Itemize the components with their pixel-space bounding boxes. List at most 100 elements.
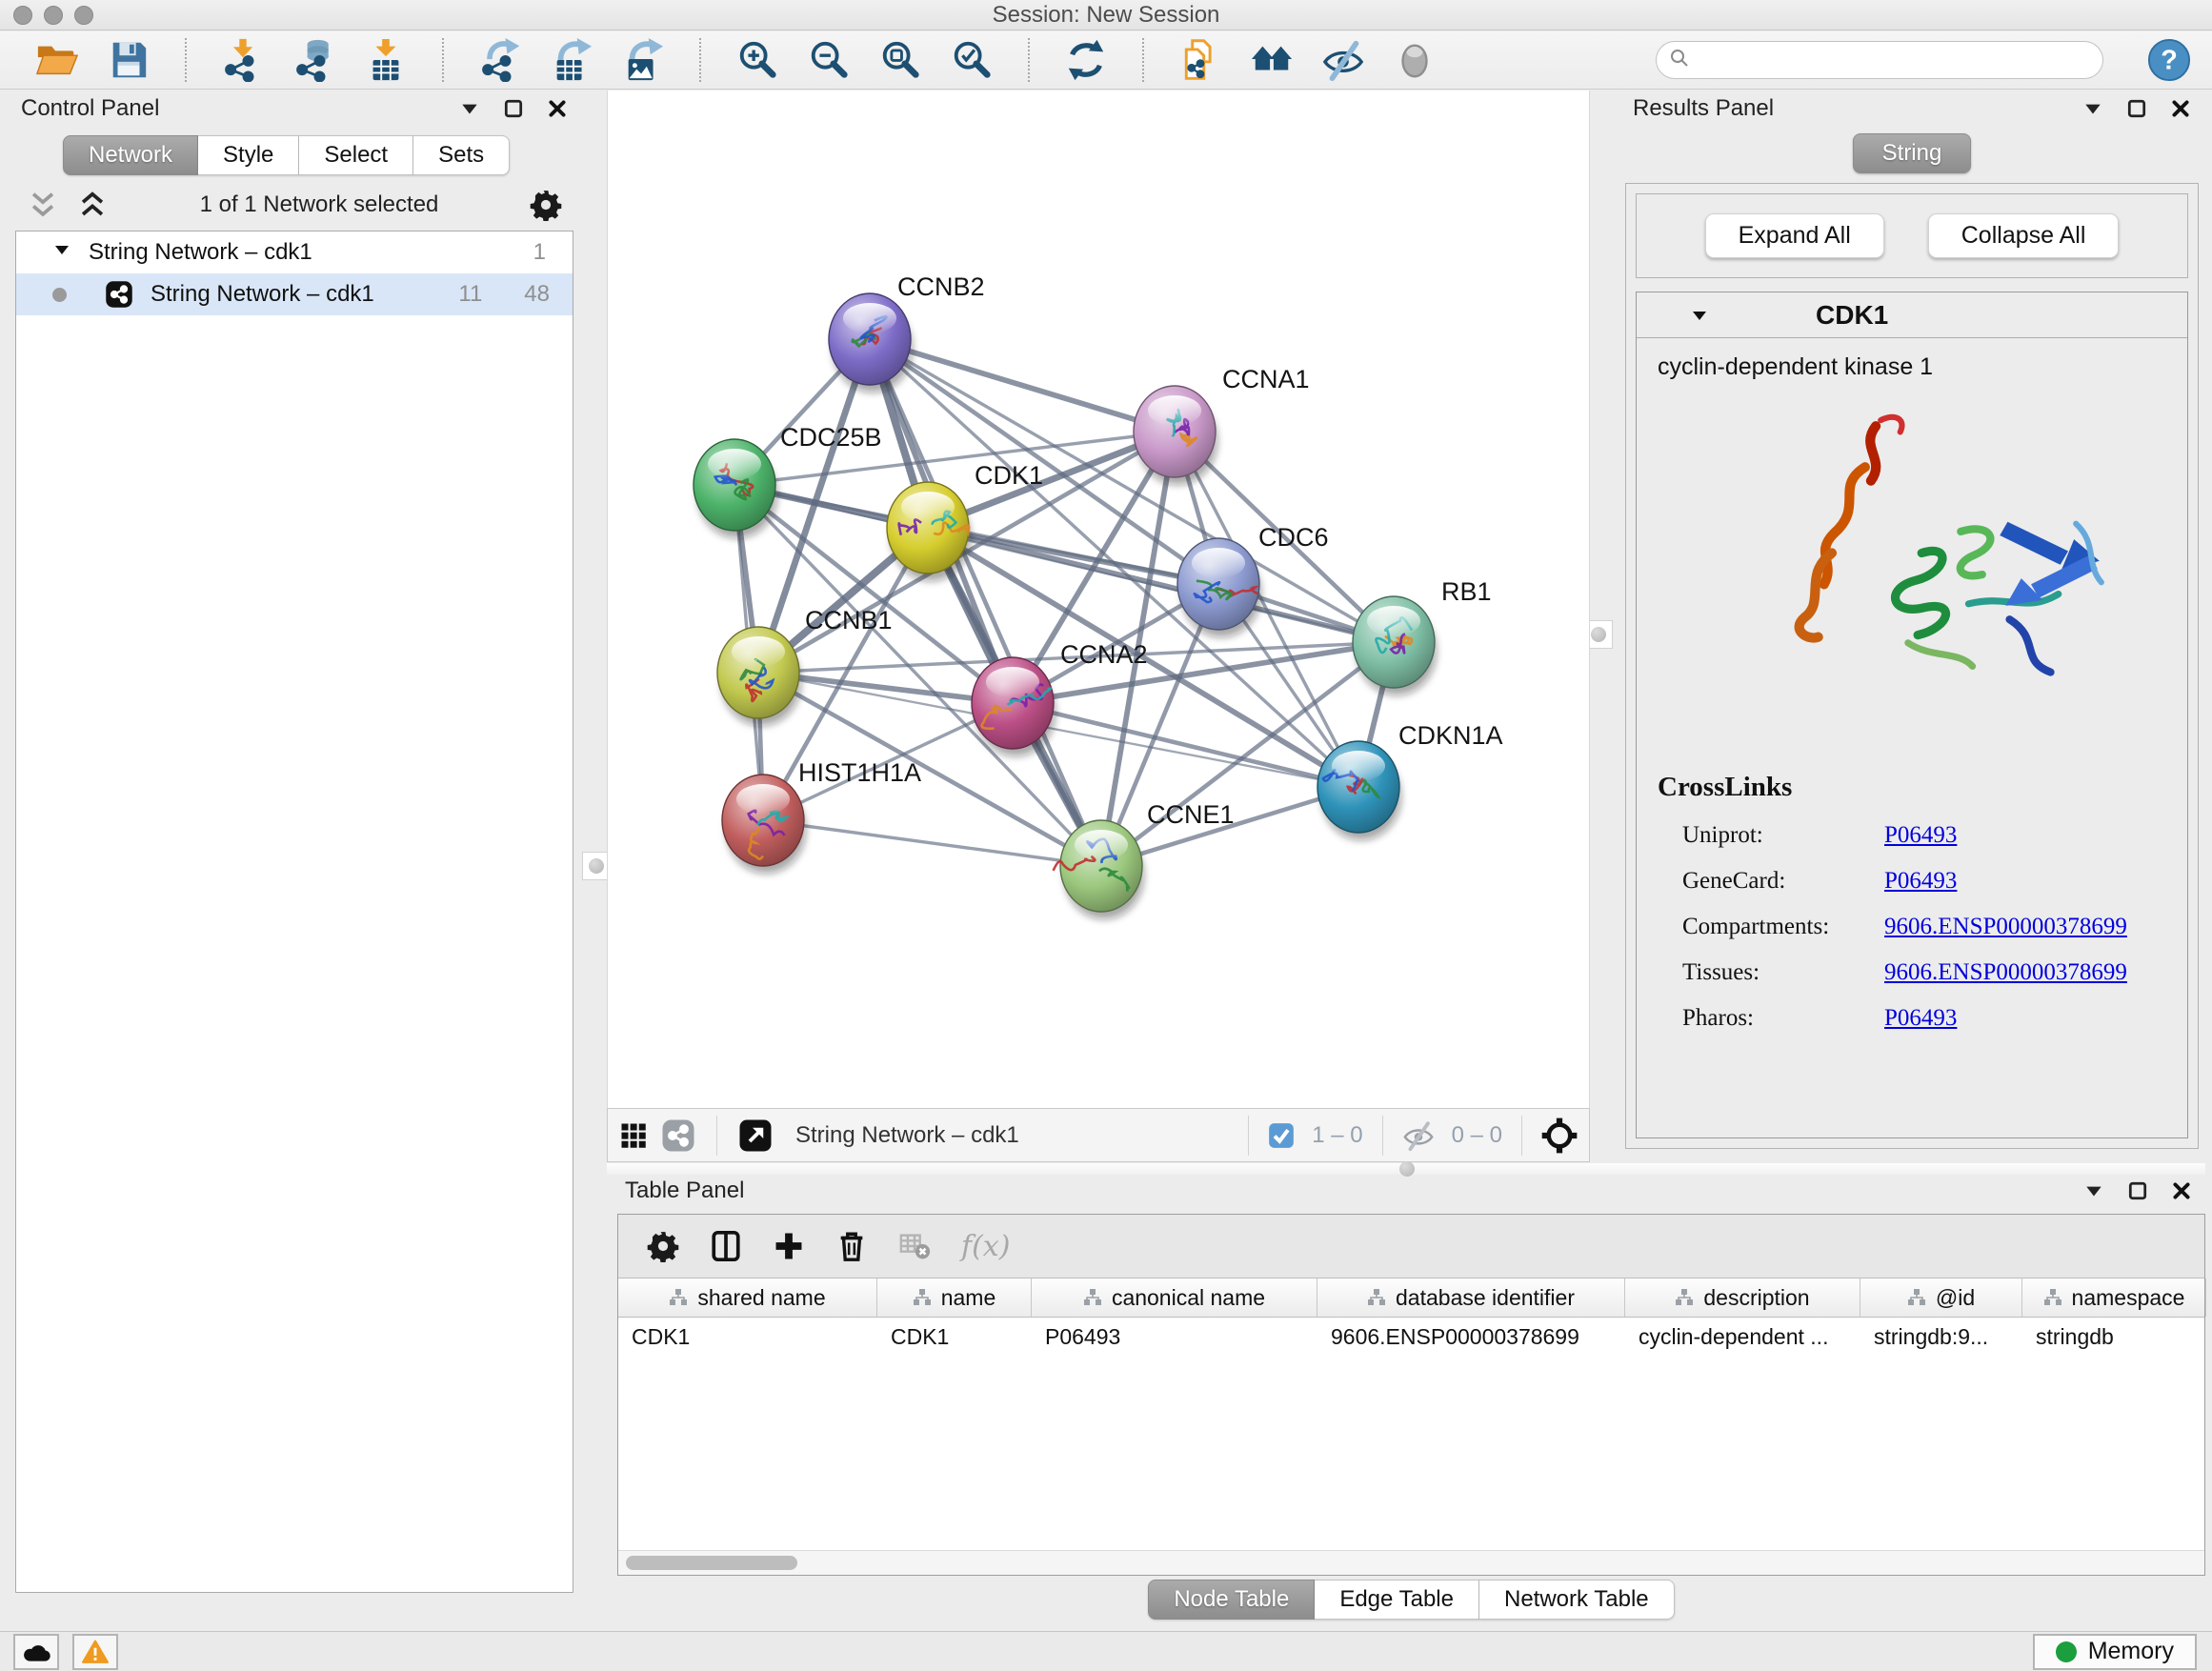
network-collection-row[interactable]: String Network – cdk1 1 <box>16 232 573 273</box>
network-row-selected[interactable]: String Network – cdk1 11 48 <box>16 273 573 315</box>
network-node-CDC25B[interactable] <box>694 439 777 538</box>
show-hide-columns-icon[interactable] <box>710 1230 742 1262</box>
results-panel-menu-button[interactable] <box>2082 98 2103 119</box>
help-button[interactable]: ? <box>2147 38 2191 82</box>
create-column-icon[interactable] <box>773 1230 805 1262</box>
network-node-CDKN1A[interactable] <box>1317 741 1401 840</box>
collection-collapse-caret[interactable] <box>52 239 71 266</box>
hidden-eye-icon[interactable] <box>1402 1119 1435 1152</box>
tab-edge-table[interactable]: Edge Table <box>1315 1580 1479 1620</box>
show-hide-graphics-details-button[interactable] <box>1320 37 1366 83</box>
table-horizontal-scrollbar[interactable] <box>618 1550 2204 1575</box>
node-gloss-highlight <box>1332 751 1385 781</box>
tab-network-table[interactable]: Network Table <box>1479 1580 1675 1620</box>
collapse-all-networks-button[interactable] <box>27 189 59 221</box>
section-collapse-caret[interactable] <box>1690 306 1709 325</box>
network-tree: String Network – cdk1 1 String Network –… <box>15 231 573 1593</box>
network-node-CCNB2[interactable] <box>829 293 913 393</box>
network-edge-CCNB2-CCNA1[interactable] <box>870 339 1175 432</box>
zoom-selected-button[interactable] <box>949 37 995 83</box>
results-panel-close-button[interactable] <box>2170 98 2191 119</box>
table-panel-menu-button[interactable] <box>2083 1180 2104 1201</box>
network-node-CDK1[interactable] <box>887 482 971 581</box>
network-node-CCNB1[interactable] <box>717 627 801 726</box>
toggle-graphics-details-button[interactable] <box>1392 37 1438 83</box>
expand-all-button[interactable]: Expand All <box>1705 213 1884 258</box>
first-neighbors-button[interactable] <box>1249 37 1295 83</box>
crosslink-link[interactable]: 9606.ENSP00000378699 <box>1884 914 2127 940</box>
apply-layout-button[interactable] <box>1063 37 1109 83</box>
tab-network[interactable]: Network <box>63 135 198 175</box>
column-header-description[interactable]: description <box>1625 1278 1860 1317</box>
center-view-crosshair-icon[interactable] <box>1541 1117 1578 1154</box>
expand-all-networks-button[interactable] <box>76 189 109 221</box>
import-network-from-file-button[interactable] <box>220 37 266 83</box>
protein-description: cyclin-dependent kinase 1 <box>1658 353 2166 381</box>
crosslink-link[interactable]: 9606.ENSP00000378699 <box>1884 959 2127 986</box>
cdk1-section-header[interactable]: CDK1 <box>1637 292 2187 338</box>
collapse-all-button[interactable]: Collapse All <box>1928 213 2120 258</box>
network-options-gear-icon[interactable] <box>530 189 562 221</box>
save-session-button[interactable] <box>106 37 151 83</box>
table-options-gear-icon[interactable] <box>647 1230 679 1262</box>
results-panel-float-button[interactable] <box>2126 98 2147 119</box>
tab-string[interactable]: String <box>1853 133 1972 173</box>
tab-sets[interactable]: Sets <box>413 135 510 175</box>
maximize-window-button[interactable] <box>74 6 93 25</box>
column-header-canonical-name[interactable]: canonical name <box>1032 1278 1317 1317</box>
control-panel-close-button[interactable] <box>547 98 568 119</box>
network-node-CCNE1[interactable] <box>1054 820 1144 919</box>
network-node-HIST1H1A[interactable] <box>722 775 806 874</box>
network-canvas[interactable]: CCNB2CCNA1CDC25BCDK1CDC6RB1CCNB1CCNA2CDK… <box>607 91 1590 1108</box>
birds-eye-view-icon[interactable] <box>619 1121 648 1150</box>
table-panel-float-button[interactable] <box>2127 1180 2148 1201</box>
network-node-CCNA1[interactable] <box>1134 386 1217 485</box>
warnings-button[interactable] <box>72 1634 118 1670</box>
tab-select[interactable]: Select <box>299 135 413 175</box>
control-panel-float-button[interactable] <box>503 98 524 119</box>
column-header-@id[interactable]: @id <box>1860 1278 2022 1317</box>
zoom-fit-content-button[interactable] <box>877 37 923 83</box>
zoom-out-button[interactable] <box>806 37 852 83</box>
network-node-RB1[interactable] <box>1353 596 1437 695</box>
import-table-from-file-button[interactable] <box>363 37 409 83</box>
tab-style[interactable]: Style <box>198 135 299 175</box>
crosslink-row: Tissues:9606.ENSP00000378699 <box>1658 959 2166 986</box>
network-node-CDC6[interactable] <box>1177 538 1261 637</box>
network-share-icon[interactable] <box>661 1118 695 1153</box>
new-network-from-selection-button[interactable] <box>1177 37 1223 83</box>
crosslink-link[interactable]: P06493 <box>1884 868 1957 895</box>
tab-node-table[interactable]: Node Table <box>1148 1580 1315 1620</box>
selected-checkbox-icon[interactable] <box>1268 1122 1295 1149</box>
crosslink-link[interactable]: P06493 <box>1884 822 1957 849</box>
open-session-button[interactable] <box>34 37 80 83</box>
table-row[interactable]: CDK1CDK1P064939606.ENSP00000378699cyclin… <box>618 1318 2204 1356</box>
crosslink-link[interactable]: P06493 <box>1884 1005 1957 1032</box>
network-edge-HIST1H1A-CCNE1[interactable] <box>763 820 1101 866</box>
minimize-window-button[interactable] <box>44 6 63 25</box>
scrollbar-thumb[interactable] <box>626 1556 797 1570</box>
open-in-new-window-icon[interactable] <box>738 1118 773 1153</box>
column-header-shared-name[interactable]: shared name <box>618 1278 877 1317</box>
memory-button[interactable]: Memory <box>2033 1634 2197 1670</box>
import-network-from-database-button[interactable] <box>292 37 337 83</box>
delete-column-icon[interactable] <box>835 1230 868 1262</box>
control-panel-menu-button[interactable] <box>459 98 480 119</box>
node-label-CCNA1: CCNA1 <box>1222 365 1310 393</box>
export-table-button[interactable] <box>549 37 594 83</box>
close-window-button[interactable] <box>13 6 32 25</box>
network-status-dot <box>52 288 67 302</box>
column-header-database-identifier[interactable]: database identifier <box>1317 1278 1625 1317</box>
export-image-button[interactable] <box>620 37 666 83</box>
column-header-name[interactable]: name <box>877 1278 1032 1317</box>
table-panel-close-button[interactable] <box>2171 1180 2192 1201</box>
section-title: CDK1 <box>1816 300 1888 331</box>
cloud-status-button[interactable] <box>13 1634 59 1670</box>
table-body[interactable]: CDK1CDK1P064939606.ENSP00000378699cyclin… <box>618 1318 2204 1550</box>
column-header-namespace[interactable]: namespace <box>2022 1278 2206 1317</box>
zoom-in-button[interactable] <box>734 37 780 83</box>
export-network-button[interactable] <box>477 37 523 83</box>
network-node-CCNA2[interactable] <box>972 657 1056 756</box>
search-input[interactable] <box>1699 48 2080 72</box>
network-edge-CCNA2-CDKN1A[interactable] <box>1013 703 1358 787</box>
